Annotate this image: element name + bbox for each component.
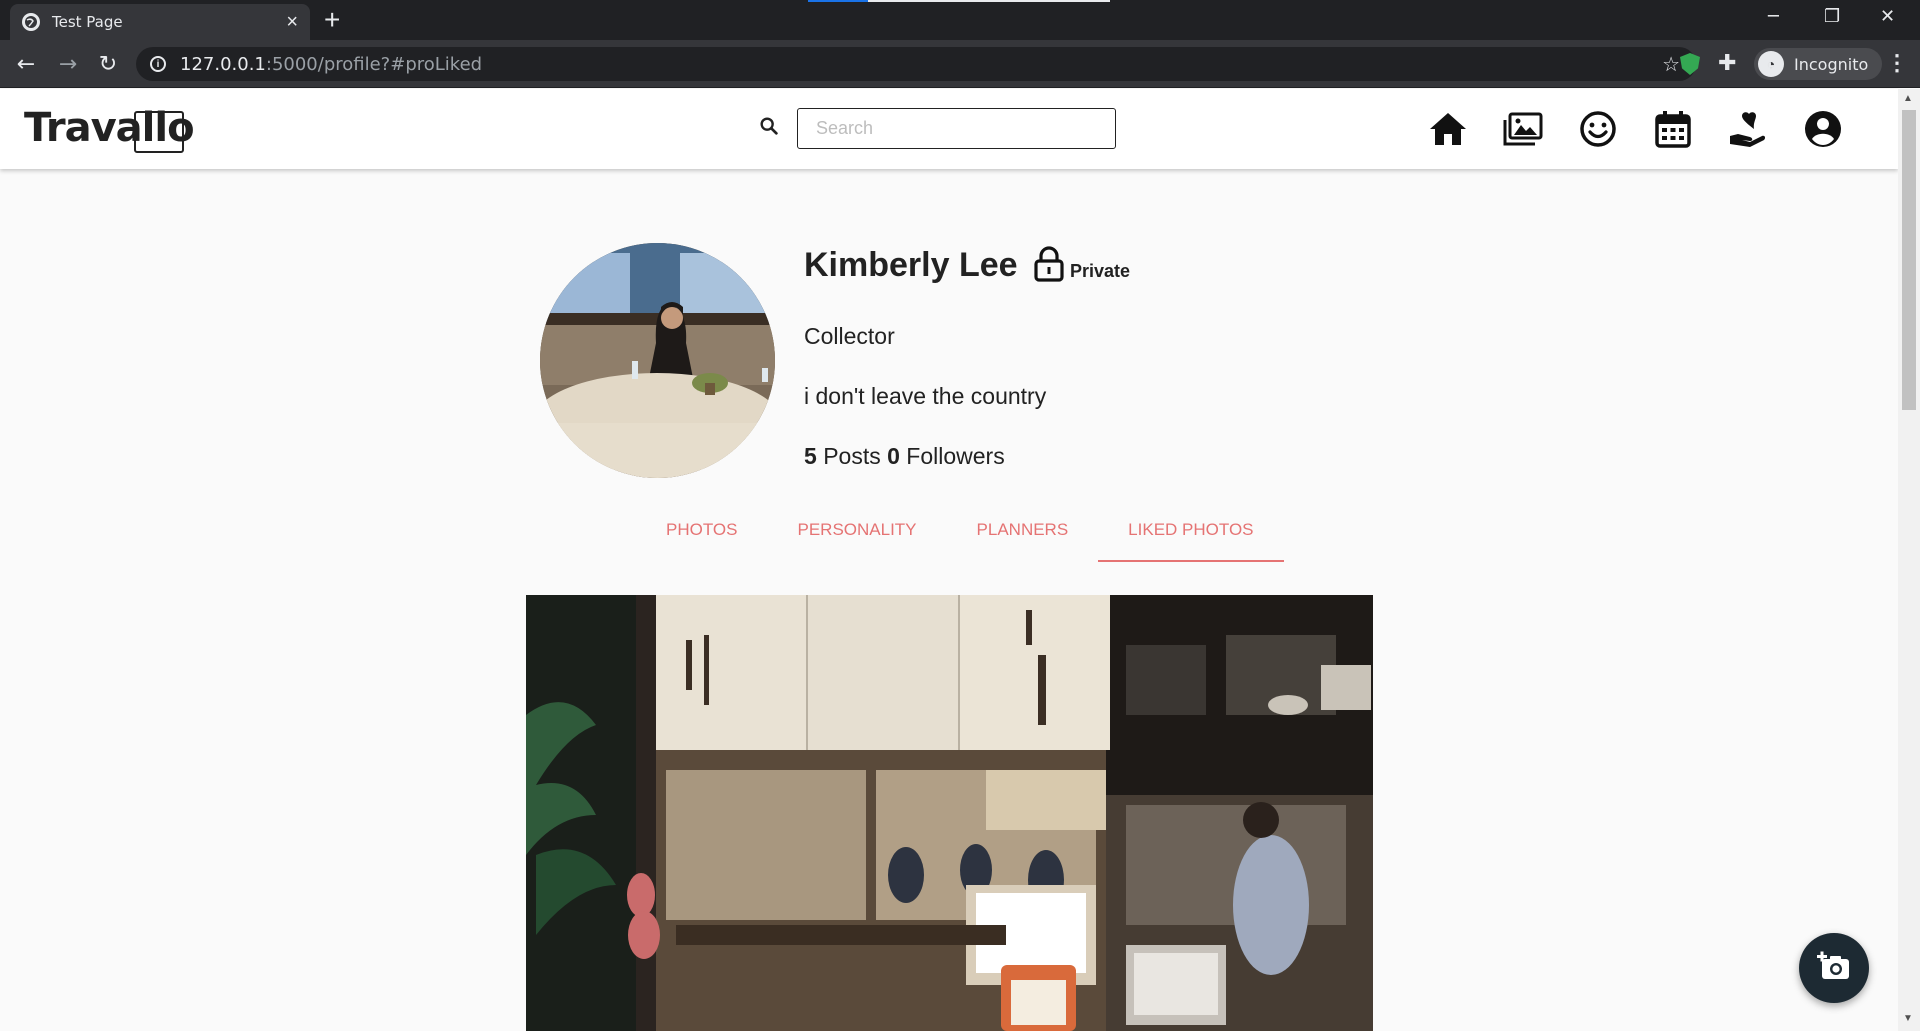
scroll-thumb[interactable]	[1902, 110, 1916, 410]
browser-toolbar: ← → ↻ i 127.0.0.1:5000/profile?#proLiked…	[0, 40, 1920, 88]
browser-tabbar: Test Page × + ─ ❐ ✕	[0, 0, 1920, 40]
scroll-up-icon[interactable]: ▲	[1903, 93, 1913, 104]
forward-icon[interactable]: →	[54, 50, 82, 78]
reload-icon[interactable]: ↻	[94, 50, 122, 78]
profile-stats: 5 Posts 0 Followers	[804, 443, 1005, 470]
loading-bar	[808, 0, 1110, 2]
privacy-label[interactable]: Private	[1070, 261, 1130, 282]
tab-personality[interactable]: PERSONALITY	[767, 514, 946, 562]
incognito-label: Incognito	[1794, 54, 1869, 74]
back-icon[interactable]: ←	[12, 50, 40, 78]
restore-icon[interactable]: ❐	[1824, 6, 1840, 27]
lock-icon[interactable]	[1034, 246, 1064, 287]
minimize-icon[interactable]: ─	[1768, 6, 1779, 27]
posts-count: 5	[804, 443, 817, 469]
app-header: Travallo	[0, 89, 1898, 169]
account-icon[interactable]	[1803, 109, 1843, 149]
profile-name: Kimberly Lee	[804, 246, 1018, 284]
profile-role: Collector	[804, 323, 895, 349]
tab-liked-photos[interactable]: LIKED PHOTOS	[1098, 514, 1284, 562]
followers-count: 0	[887, 443, 900, 469]
calendar-icon[interactable]	[1653, 109, 1693, 149]
logo-camera-frame	[134, 111, 184, 153]
url-host: 127.0.0.1	[180, 53, 266, 75]
add-camera-icon	[1817, 951, 1851, 986]
site-info-icon[interactable]: i	[150, 56, 166, 72]
address-bar[interactable]: i 127.0.0.1:5000/profile?#proLiked ☆	[136, 47, 1696, 81]
extensions-icon[interactable]: ✚	[1718, 50, 1736, 76]
globe-icon	[22, 13, 40, 31]
more-menu-icon[interactable]: ⋮	[1886, 50, 1908, 76]
search-input[interactable]	[797, 108, 1116, 149]
home-icon[interactable]	[1428, 109, 1468, 149]
bookmark-star-icon[interactable]: ☆	[1662, 52, 1680, 77]
incognito-badge[interactable]: ◔ Incognito	[1754, 48, 1883, 80]
profile-bio: i don't leave the country	[804, 383, 1047, 409]
gallery-icon[interactable]	[1503, 109, 1543, 149]
add-photo-button[interactable]	[1799, 933, 1869, 1003]
smile-icon[interactable]	[1578, 109, 1618, 149]
page-scrollbar[interactable]: ▲ ▼	[1898, 89, 1920, 1031]
new-tab-icon[interactable]: +	[324, 6, 340, 34]
search-icon[interactable]	[758, 115, 780, 142]
window-close-icon[interactable]: ✕	[1880, 6, 1895, 27]
url-path: :5000/profile?#proLiked	[265, 53, 483, 75]
followers-label: Followers	[906, 443, 1005, 469]
tab-photos[interactable]: PHOTOS	[636, 514, 767, 562]
liked-photo[interactable]	[526, 595, 1373, 1031]
heart-hand-icon[interactable]	[1728, 109, 1768, 149]
tab-title: Test Page	[52, 13, 123, 31]
profile-avatar	[540, 243, 775, 478]
incognito-icon: ◔	[1758, 51, 1784, 77]
close-tab-icon[interactable]: ×	[286, 12, 298, 32]
scroll-down-icon[interactable]: ▼	[1903, 1013, 1913, 1024]
browser-tab[interactable]: Test Page ×	[10, 4, 310, 40]
posts-label: Posts	[823, 443, 881, 469]
profile-tabs: PHOTOS PERSONALITY PLANNERS LIKED PHOTOS	[636, 514, 1284, 562]
tab-planners[interactable]: PLANNERS	[947, 514, 1099, 562]
